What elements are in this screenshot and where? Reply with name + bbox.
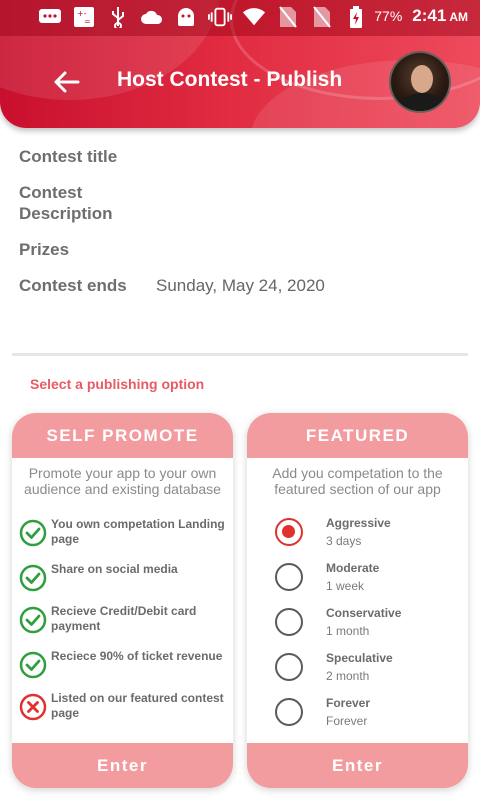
option-duration: 3 days <box>326 534 362 548</box>
option-duration: 1 month <box>326 624 370 638</box>
self-promote-card[interactable]: SELF PROMOTE Promote your app to your ow… <box>12 413 233 788</box>
svg-text:=: = <box>84 17 91 26</box>
radio-unselected[interactable] <box>275 698 303 726</box>
radio-unselected[interactable] <box>275 653 303 681</box>
feature-text: Recieve Credit/Debit card payment <box>51 604 197 633</box>
featured-option[interactable]: Forever Forever <box>275 696 370 729</box>
option-duration: 2 month <box>326 669 370 683</box>
status-bar: +- = 77% 2:41 AM <box>0 0 480 36</box>
check-circle-icon <box>19 606 47 634</box>
clock: 2:41 AM <box>412 6 468 25</box>
calculator-icon: +- = <box>72 6 96 28</box>
feature-item: Listed on our featured contest page <box>19 691 229 721</box>
feature-text: Share on social media <box>51 562 178 576</box>
option-name: Moderate <box>326 561 380 575</box>
detail-label: Contest ends <box>19 276 127 295</box>
page-title: Host Contest - Publish <box>117 68 343 91</box>
self-promote-enter-button[interactable]: Enter <box>12 743 233 788</box>
self-promote-description: Promote your app to your own audience an… <box>24 465 221 497</box>
featured-option[interactable]: Speculative 2 month <box>275 651 393 684</box>
option-name: Aggressive <box>326 516 391 530</box>
detail-row-title: Contest title <box>19 146 156 167</box>
arrow-left-icon <box>54 71 80 93</box>
check-circle-icon <box>19 519 47 547</box>
battery-percent: 77% <box>374 8 403 24</box>
featured-title: FEATURED <box>247 413 468 458</box>
featured-option[interactable]: Aggressive 3 days <box>275 516 391 549</box>
usb-icon <box>106 6 130 28</box>
feature-text: Listed on our featured contest page <box>51 691 224 720</box>
radio-unselected[interactable] <box>275 608 303 636</box>
feature-item: Recieve Credit/Debit card payment <box>19 604 229 634</box>
feature-text: Reciece 90% of ticket revenue <box>51 649 223 663</box>
detail-value: Sunday, May 24, 2020 <box>156 276 325 295</box>
option-duration: Forever <box>326 714 368 728</box>
feature-item: Share on social media <box>19 562 229 592</box>
publishing-prompt: Select a publishing option <box>30 376 205 392</box>
cross-circle-icon <box>19 693 47 721</box>
detail-row-description: Contest Description <box>19 182 129 224</box>
featured-option[interactable]: Moderate 1 week <box>275 561 379 594</box>
feature-item: Reciece 90% of ticket revenue <box>19 649 229 679</box>
app-header: +- = 77% 2:41 AM Host Contest - Publish <box>0 0 480 128</box>
feature-text: You own competation Landing page <box>51 517 225 546</box>
featured-option[interactable]: Conservative 1 month <box>275 606 401 639</box>
option-name: Speculative <box>326 651 393 665</box>
self-promote-title: SELF PROMOTE <box>12 413 233 458</box>
detail-row-prizes: Prizes <box>19 239 156 260</box>
detail-row-ends: Contest ends Sunday, May 24, 2020 <box>19 275 325 296</box>
feature-item: You own competation Landing page <box>19 517 229 547</box>
check-circle-icon <box>19 564 47 592</box>
detail-label: Prizes <box>19 240 70 259</box>
featured-enter-button[interactable]: Enter <box>247 743 468 788</box>
cloud-icon <box>140 6 164 28</box>
back-button[interactable] <box>48 64 84 100</box>
check-circle-icon <box>19 651 47 679</box>
avatar-face <box>411 65 433 93</box>
option-name: Forever <box>326 696 371 710</box>
option-duration: 1 week <box>326 579 365 593</box>
android-icon <box>174 6 198 28</box>
battery-charging-icon <box>344 6 368 28</box>
featured-description: Add you competation to the featured sect… <box>272 465 443 497</box>
avatar-body <box>399 93 445 111</box>
detail-label: Contest Description <box>19 183 113 223</box>
no-sim-icon <box>276 6 300 28</box>
option-name: Conservative <box>326 606 402 620</box>
divider <box>12 353 468 356</box>
wifi-icon <box>242 6 266 28</box>
radio-unselected[interactable] <box>275 563 303 591</box>
no-sim-icon <box>310 6 334 28</box>
featured-card[interactable]: FEATURED Add you competation to the feat… <box>247 413 468 788</box>
radio-selected[interactable] <box>275 518 303 546</box>
detail-label: Contest title <box>19 147 118 166</box>
vibrate-icon <box>208 6 232 28</box>
avatar[interactable] <box>389 51 451 113</box>
message-icon <box>38 6 62 28</box>
